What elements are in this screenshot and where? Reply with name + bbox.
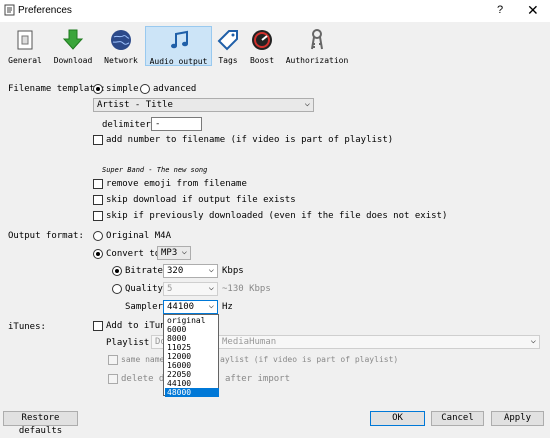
chevron-down-icon: ⌵	[208, 265, 214, 275]
samplerate-option[interactable]: 22050	[165, 370, 219, 379]
delimiter-label: delimiter:	[102, 120, 157, 130]
tab-audio-output-label: Audio output	[149, 57, 208, 66]
same-name-label: same name	[121, 355, 165, 364]
chevron-down-icon: ⌵	[208, 301, 214, 311]
original-m4a-label: Original M4A	[106, 231, 172, 241]
advanced-radio[interactable]	[140, 84, 150, 94]
bitrate-select[interactable]: 320 ⌵	[163, 264, 218, 278]
chevron-down-icon: ⌵	[304, 99, 310, 109]
samplerate-option[interactable]: 16000	[165, 361, 219, 370]
cancel-button[interactable]: Cancel	[431, 411, 484, 426]
samplerate-select[interactable]: 44100 ⌵	[163, 300, 218, 314]
filename-template-label: Filename template:	[8, 84, 106, 94]
title-bar: Preferences ? ✕	[0, 0, 550, 22]
quality-select-value: 5	[167, 284, 173, 294]
delimiter-value: -	[155, 119, 161, 129]
playlist-select-value-end: MediaHuman	[222, 337, 277, 347]
template-select-value: Artist - Title	[97, 100, 173, 110]
tab-download[interactable]: Download	[52, 26, 94, 66]
tab-audio-output[interactable]: Audio output	[145, 26, 212, 66]
template-select[interactable]: Artist - Title ⌵	[93, 98, 314, 112]
tab-authorization[interactable]: Authorization	[285, 26, 349, 66]
tab-boost-label: Boost	[249, 56, 275, 65]
remove-emoji-label: remove emoji from filename	[106, 179, 247, 189]
help-button[interactable]: ?	[497, 4, 503, 16]
advanced-label: advanced	[153, 84, 197, 94]
delete-after-import-checkbox[interactable]	[108, 374, 118, 384]
tab-boost[interactable]: Boost	[246, 26, 278, 66]
tab-network-label: Network	[104, 56, 138, 65]
samplerate-select-value: 44100	[167, 302, 195, 312]
format-select-value: MP3	[161, 248, 178, 258]
samplerate-option[interactable]: original	[165, 316, 219, 325]
samplerate-dropdown-list: original 6000 8000 11025 12000 16000 220…	[163, 314, 219, 397]
samplerate-option[interactable]: 8000	[165, 334, 219, 343]
document-icon	[17, 30, 33, 50]
playlist-label: Playlist:	[106, 338, 155, 348]
window-title: Preferences	[18, 5, 72, 16]
quality-radio[interactable]	[112, 284, 122, 294]
quality-label: Quality	[125, 284, 163, 294]
speedometer-icon	[252, 30, 272, 50]
tab-tags-label: Tags	[218, 56, 238, 65]
simple-radio[interactable]	[93, 84, 103, 94]
bitrate-select-value: 320	[167, 266, 184, 276]
tab-general-label: General	[8, 56, 42, 65]
add-to-itunes-checkbox[interactable]	[93, 321, 103, 331]
tag-icon	[217, 30, 238, 51]
skip-previous-label: skip if previously downloaded (even if t…	[106, 211, 448, 221]
samplerate-option[interactable]: 44100	[165, 379, 219, 388]
format-select[interactable]: MP3 ⌵	[157, 246, 191, 260]
close-button[interactable]: ✕	[527, 2, 539, 19]
simple-label: simple	[106, 84, 139, 94]
music-note-icon	[170, 30, 188, 49]
chevron-down-icon: ⌵	[181, 247, 187, 257]
samplerate-option-highlighted[interactable]: 48000	[165, 388, 219, 397]
remove-emoji-checkbox[interactable]	[93, 179, 103, 189]
skip-exists-checkbox[interactable]	[93, 195, 103, 205]
tab-general[interactable]: General	[6, 26, 44, 66]
chevron-down-icon: ⌵	[530, 336, 536, 346]
same-name-checkbox[interactable]	[108, 355, 118, 365]
bitrate-radio[interactable]	[112, 266, 122, 276]
globe-icon	[111, 30, 131, 50]
filename-example: Super Band - The new song	[102, 166, 208, 174]
apply-button[interactable]: Apply	[491, 411, 544, 426]
quality-select[interactable]: 5 ⌵	[163, 282, 218, 296]
samplerate-option[interactable]: 6000	[165, 325, 219, 334]
convert-to-label: Convert to	[106, 249, 161, 259]
bitrate-label: Bitrate	[125, 266, 163, 276]
add-number-label: add number to filename (if video is part…	[106, 135, 394, 145]
bitrate-unit: Kbps	[222, 266, 244, 276]
samplerate-option[interactable]: 11025	[165, 343, 219, 352]
tab-network[interactable]: Network	[101, 26, 141, 66]
quality-hint: ~130 Kbps	[222, 284, 271, 294]
keys-icon	[311, 29, 323, 50]
skip-exists-label: skip download if output file exists	[106, 195, 296, 205]
tab-download-label: Download	[53, 56, 93, 65]
delimiter-input[interactable]: -	[151, 117, 202, 131]
original-m4a-radio[interactable]	[93, 231, 103, 241]
add-number-checkbox[interactable]	[93, 135, 103, 145]
itunes-label: iTunes:	[8, 322, 46, 332]
app-icon	[4, 4, 15, 16]
skip-previous-checkbox[interactable]	[93, 211, 103, 221]
samplerate-unit: Hz	[222, 302, 233, 312]
download-arrow-icon	[62, 29, 84, 50]
samplerate-option[interactable]: 12000	[165, 352, 219, 361]
restore-defaults-button[interactable]: Restore defaults	[3, 411, 78, 436]
tab-authorization-label: Authorization	[285, 56, 349, 65]
output-format-label: Output format:	[8, 231, 84, 241]
ok-button[interactable]: OK	[370, 411, 425, 426]
delete-after-import-label-end: after import	[225, 374, 291, 384]
chevron-down-icon: ⌵	[208, 283, 214, 293]
same-name-label-end: aylist (if video is part of playlist)	[220, 355, 399, 364]
convert-to-radio[interactable]	[93, 249, 103, 259]
tab-tags[interactable]: Tags	[215, 26, 241, 66]
